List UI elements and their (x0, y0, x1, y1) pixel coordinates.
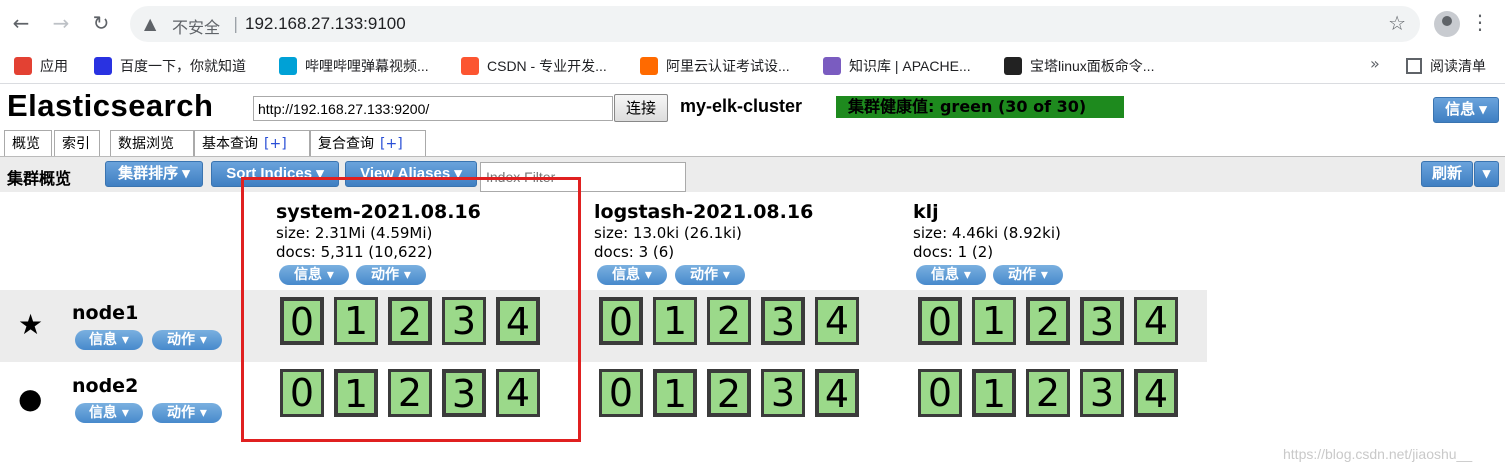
bookmark-baidu[interactable]: 百度一下，你就知道 (94, 56, 246, 76)
url-text[interactable]: 192.168.27.133:9100 (245, 14, 406, 34)
refresh-button[interactable]: 刷新 (1421, 161, 1473, 187)
index-docs: docs: 3 (6) (594, 243, 675, 261)
shard[interactable]: 4 (815, 297, 859, 345)
bookmark-aliyun[interactable]: 阿里云认证考试设... (640, 56, 790, 76)
overview-title: 集群概览 (7, 169, 72, 188)
shard[interactable]: 3 (1080, 369, 1124, 417)
cluster-health-badge: 集群健康值: green (30 of 30) (836, 96, 1124, 118)
watermark: https://blog.csdn.net/jiaoshu__ (1283, 446, 1473, 462)
shard[interactable]: 1 (972, 297, 1016, 345)
shard[interactable]: 3 (1080, 297, 1124, 345)
node-circle-icon: ● (18, 382, 43, 415)
node-action-button[interactable]: 动作 ▾ (152, 403, 222, 423)
separator: | (233, 14, 239, 33)
insecure-label: 不安全 (172, 20, 221, 37)
bt-icon (1004, 57, 1022, 75)
index-info-button[interactable]: 信息 ▾ (597, 265, 667, 285)
index-size: size: 13.0ki (26.1ki) (594, 224, 742, 242)
node-name: node1 (72, 302, 139, 324)
master-star-icon: ★ (18, 308, 44, 341)
bilibili-icon (279, 57, 297, 75)
tab-browser[interactable]: 数据浏览 (110, 130, 194, 156)
tab-compound-query[interactable]: 复合查询 [+] (310, 130, 426, 156)
index-size: size: 4.46ki (8.92ki) (913, 224, 1061, 242)
csdn-icon (461, 57, 479, 75)
shard[interactable]: 3 (761, 369, 805, 417)
shard[interactable]: 4 (1134, 297, 1178, 345)
menu-icon[interactable]: ⋮ (1470, 10, 1490, 34)
overview-toolbar: 集群概览 集群排序 ▾ Sort Indices ▾ View Aliases … (0, 156, 1505, 192)
more-bookmarks-icon[interactable]: » (1370, 54, 1380, 73)
browser-toolbar: ← → ↻ ▲ 不安全 | 192.168.27.133:9100 ☆ ⋮ (0, 0, 1505, 48)
shard[interactable]: 3 (761, 297, 805, 345)
shard[interactable]: 2 (1026, 369, 1070, 417)
bookmark-apps[interactable]: 应用 (14, 56, 68, 76)
bookmark-baota[interactable]: 宝塔linux面板命令... (1004, 56, 1154, 76)
node-info-button[interactable]: 信息 ▾ (75, 403, 143, 423)
shard[interactable]: 2 (1026, 297, 1070, 345)
highlight-box (241, 177, 581, 442)
apache-icon (823, 57, 841, 75)
index-name: logstash-2021.08.16 (594, 201, 814, 223)
bookmarks-bar: 应用 百度一下，你就知道 哔哩哔哩弹幕视频... CSDN - 专业开发... … (0, 48, 1505, 84)
sort-cluster-button[interactable]: 集群排序 ▾ (105, 161, 203, 187)
bookmark-bilibili[interactable]: 哔哩哔哩弹幕视频... (279, 56, 429, 76)
shard[interactable]: 2 (707, 369, 751, 417)
forward-icon[interactable]: → (48, 10, 74, 36)
shard[interactable]: 2 (707, 297, 751, 345)
shard[interactable]: 1 (972, 369, 1016, 417)
shard[interactable]: 0 (599, 297, 643, 345)
reading-list-icon (1406, 58, 1422, 74)
shard[interactable]: 4 (815, 369, 859, 417)
app-title: Elasticsearch (7, 88, 214, 123)
warning-icon: ▲ (144, 14, 157, 33)
node-info-button[interactable]: 信息 ▾ (75, 330, 143, 350)
bookmark-csdn[interactable]: CSDN - 专业开发... (461, 56, 607, 76)
cluster-name: my-elk-cluster (680, 96, 803, 116)
index-info-button[interactable]: 信息 ▾ (916, 265, 986, 285)
baidu-icon (94, 57, 112, 75)
connect-button[interactable]: 连接 (614, 94, 668, 122)
bookmark-apache[interactable]: 知识库 | APACHE... (823, 56, 971, 76)
reload-icon[interactable]: ↻ (88, 10, 114, 36)
index-action-button[interactable]: 动作 ▾ (993, 265, 1063, 285)
refresh-options-button[interactable]: ▾ (1474, 161, 1499, 187)
profile-avatar-icon[interactable] (1434, 11, 1460, 37)
info-menu-button[interactable]: 信息 ▾ (1433, 97, 1499, 123)
connect-url-input[interactable] (253, 96, 613, 121)
node-name: node2 (72, 375, 139, 397)
shard[interactable]: 1 (653, 369, 697, 417)
shard[interactable]: 1 (653, 297, 697, 345)
tab-overview[interactable]: 概览 (4, 130, 52, 156)
index-action-button[interactable]: 动作 ▾ (675, 265, 745, 285)
shard[interactable]: 4 (1134, 369, 1178, 417)
shard[interactable]: 0 (599, 369, 643, 417)
tab-indices[interactable]: 索引 (54, 130, 100, 156)
back-icon[interactable]: ← (8, 10, 34, 36)
index-name: klj (913, 201, 939, 223)
shard[interactable]: 0 (918, 369, 962, 417)
node-action-button[interactable]: 动作 ▾ (152, 330, 222, 350)
bookmark-star-icon[interactable]: ☆ (1388, 11, 1406, 35)
address-bar[interactable]: ▲ 不安全 | 192.168.27.133:9100 ☆ (130, 6, 1420, 42)
apps-grid-icon (14, 57, 32, 75)
tab-basic-query[interactable]: 基本查询 [+] (194, 130, 310, 156)
aliyun-icon (640, 57, 658, 75)
index-docs: docs: 1 (2) (913, 243, 994, 261)
shard[interactable]: 0 (918, 297, 962, 345)
reading-list[interactable]: 阅读清单 (1406, 56, 1486, 76)
